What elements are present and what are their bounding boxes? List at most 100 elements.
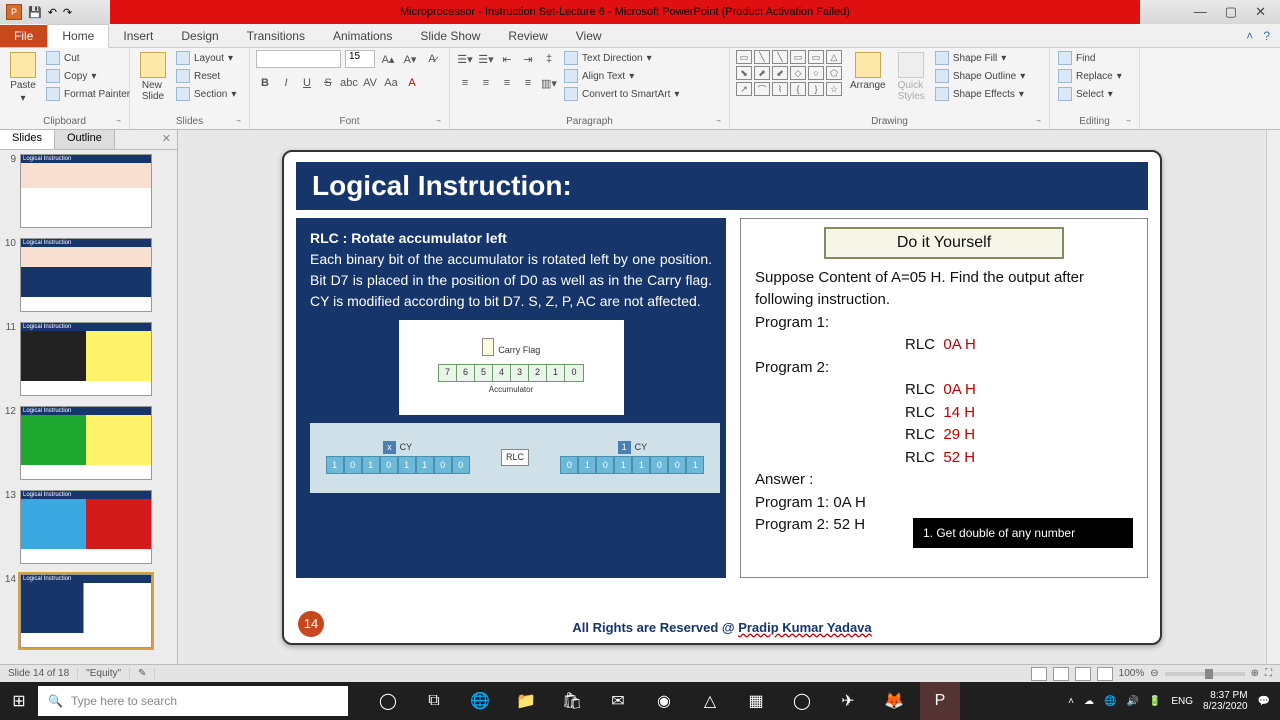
select-button[interactable]: Select▾	[1056, 86, 1124, 102]
help-icon[interactable]: ?	[1263, 29, 1270, 43]
slides-tab[interactable]: Slides	[0, 130, 55, 149]
grow-font-button[interactable]: A▴	[379, 50, 397, 68]
tab-home[interactable]: Home	[47, 24, 109, 48]
save-icon[interactable]: 💾	[28, 6, 42, 19]
slideshow-view-button[interactable]	[1097, 667, 1113, 681]
minimize-button[interactable]: —	[1194, 4, 1207, 20]
language-icon[interactable]: ENG	[1171, 696, 1193, 707]
close-panel-icon[interactable]: ✕	[156, 130, 177, 149]
underline-button[interactable]: U	[298, 74, 316, 92]
cut-button[interactable]: Cut	[44, 50, 132, 66]
edge-icon[interactable]: 🌐	[460, 682, 500, 720]
justify-button[interactable]: ≡	[519, 74, 537, 92]
zoom-out-button[interactable]: ⊖	[1150, 668, 1158, 679]
slide-thumb-10[interactable]: Logical Instruction	[20, 238, 152, 312]
network-icon[interactable]: 🌐	[1104, 696, 1116, 707]
bullets-button[interactable]: ☰▾	[456, 50, 474, 68]
align-right-button[interactable]: ≡	[498, 74, 516, 92]
reset-button[interactable]: Reset	[174, 68, 238, 84]
tab-animations[interactable]: Animations	[319, 25, 406, 47]
paste-button[interactable]: Paste ▾	[6, 50, 40, 106]
slide-thumb-11[interactable]: Logical Instruction	[20, 322, 152, 396]
shape-fill-button[interactable]: Shape Fill▾	[933, 50, 1027, 66]
tab-file[interactable]: File	[0, 25, 47, 47]
taskbar-clock[interactable]: 8:37 PM 8/23/2020	[1203, 690, 1248, 712]
tray-expand-icon[interactable]: ˄	[1068, 696, 1074, 707]
taskbar-search[interactable]: 🔍 Type here to search	[38, 686, 348, 716]
redo-icon[interactable]: ↷	[63, 6, 72, 19]
new-slide-button[interactable]: New Slide	[136, 50, 170, 104]
explorer-icon[interactable]: 📁	[506, 682, 546, 720]
tab-insert[interactable]: Insert	[109, 25, 167, 47]
font-name-combo[interactable]	[256, 50, 341, 68]
slide-thumb-14[interactable]: Logical Instruction	[20, 574, 152, 648]
fit-window-button[interactable]: ⛶	[1265, 668, 1272, 679]
copy-button[interactable]: Copy▾	[44, 68, 132, 84]
font-size-combo[interactable]: 15	[345, 50, 375, 68]
tab-review[interactable]: Review	[494, 25, 561, 47]
tab-transitions[interactable]: Transitions	[233, 25, 319, 47]
convert-smartart-button[interactable]: Convert to SmartArt▾	[562, 86, 681, 102]
vertical-scrollbar[interactable]	[1266, 130, 1280, 664]
powerpoint-taskbar-icon[interactable]: P	[920, 682, 960, 720]
font-color-button[interactable]: A	[403, 74, 421, 92]
tab-design[interactable]: Design	[167, 25, 232, 47]
outline-tab[interactable]: Outline	[55, 130, 115, 149]
bold-button[interactable]: B	[256, 74, 274, 92]
section-button[interactable]: Section▾	[174, 86, 238, 102]
slide-thumb-12[interactable]: Logical Instruction	[20, 406, 152, 480]
format-painter-button[interactable]: Format Painter	[44, 86, 132, 102]
close-button[interactable]: ✕	[1255, 4, 1266, 20]
sorter-view-button[interactable]	[1053, 667, 1069, 681]
outdent-button[interactable]: ⇤	[498, 50, 516, 68]
volume-icon[interactable]: 🔊	[1126, 696, 1138, 707]
spellcheck-icon[interactable]: ✎	[130, 668, 155, 679]
shape-outline-button[interactable]: Shape Outline▾	[933, 68, 1027, 84]
shrink-font-button[interactable]: A▾	[401, 50, 419, 68]
slide-editor[interactable]: Logical Instruction: RLC : Rotate accumu…	[178, 130, 1266, 664]
notifications-icon[interactable]: 💬	[1258, 696, 1270, 707]
chrome-icon[interactable]: ◉	[644, 682, 684, 720]
zoom-in-button[interactable]: ⊕	[1251, 668, 1259, 679]
text-direction-button[interactable]: Text Direction▾	[562, 50, 681, 66]
layout-button[interactable]: Layout▾	[174, 50, 238, 66]
replace-button[interactable]: Replace▾	[1056, 68, 1124, 84]
undo-icon[interactable]: ↶	[48, 6, 57, 19]
find-button[interactable]: Find	[1056, 50, 1124, 66]
indent-button[interactable]: ⇥	[519, 50, 537, 68]
start-button[interactable]: ⊞	[0, 682, 38, 720]
numbering-button[interactable]: ☰▾	[477, 50, 495, 68]
shapes-gallery[interactable]: ▭╲╲▭▭△ ⬊⬈⬋◇○⬠ ↗⌒⌇{}☆	[736, 50, 842, 96]
align-text-button[interactable]: Align Text▾	[562, 68, 681, 84]
line-spacing-button[interactable]: ‡	[540, 50, 558, 68]
slide-thumb-9[interactable]: Logical Instruction	[20, 154, 152, 228]
spacing-button[interactable]: AV	[361, 74, 379, 92]
onedrive-icon[interactable]: ☁	[1084, 696, 1094, 707]
cortana-icon[interactable]: ◯	[368, 682, 408, 720]
reading-view-button[interactable]	[1075, 667, 1091, 681]
clear-format-button[interactable]: A̷	[423, 50, 441, 68]
tab-slideshow[interactable]: Slide Show	[406, 25, 494, 47]
slide-canvas[interactable]: Logical Instruction: RLC : Rotate accumu…	[282, 150, 1162, 645]
quick-styles-button[interactable]: Quick Styles	[894, 50, 929, 104]
maximize-button[interactable]: ▢	[1225, 4, 1237, 20]
align-center-button[interactable]: ≡	[477, 74, 495, 92]
normal-view-button[interactable]	[1031, 667, 1047, 681]
thumbnails-list[interactable]: 9Logical Instruction 10Logical Instructi…	[0, 150, 177, 664]
task-view-icon[interactable]: ⧉	[414, 682, 454, 720]
battery-icon[interactable]: 🔋	[1149, 696, 1161, 707]
shadow-button[interactable]: abc	[340, 74, 358, 92]
vlc-icon[interactable]: △	[690, 682, 730, 720]
tab-view[interactable]: View	[562, 25, 616, 47]
zoom-icon[interactable]: ▦	[736, 682, 776, 720]
shape-effects-button[interactable]: Shape Effects▾	[933, 86, 1027, 102]
telegram-icon[interactable]: ✈	[828, 682, 868, 720]
store-icon[interactable]: 🛍	[552, 682, 592, 720]
zoom-slider[interactable]	[1165, 672, 1245, 676]
case-button[interactable]: Aa	[382, 74, 400, 92]
minimize-ribbon-icon[interactable]: ˄	[1246, 29, 1253, 43]
mail-icon[interactable]: ✉	[598, 682, 638, 720]
align-left-button[interactable]: ≡	[456, 74, 474, 92]
arrange-button[interactable]: Arrange	[846, 50, 890, 93]
strike-button[interactable]: S	[319, 74, 337, 92]
